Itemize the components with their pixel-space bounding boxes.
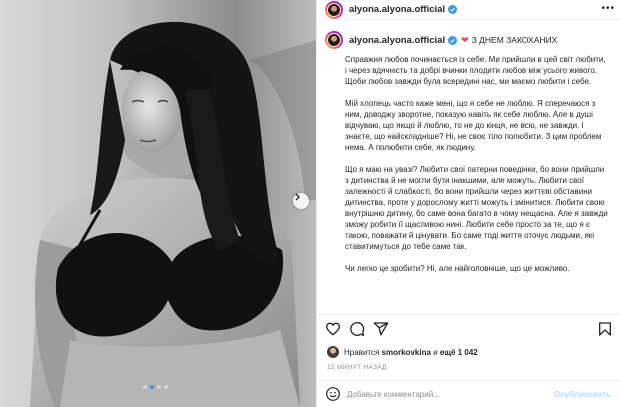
likes-count[interactable]: ещё 1 042 <box>440 348 478 357</box>
caption-title: ❤ З ДНЕМ ЗАКОХАНИХ <box>461 35 557 46</box>
comment-bar: Опубликовать <box>317 380 620 407</box>
likes-prefix: Нравится <box>344 347 380 357</box>
post-side-panel: alyona.alyona.official ••• alyona.alyona… <box>316 0 620 407</box>
carousel-dot <box>164 385 168 389</box>
likes-line: Нравится smorkovkina и ещё 1 042 <box>327 346 478 358</box>
caption-header: alyona.alyona.official ❤ З ДНЕМ ЗАКОХАНИ… <box>317 26 620 54</box>
more-icon[interactable]: ••• <box>601 3 615 14</box>
liker-avatar[interactable] <box>327 346 339 358</box>
caption-body: Справжня любов починається із себе. Ми п… <box>345 54 609 285</box>
avatar[interactable] <box>325 0 343 19</box>
carousel-dot <box>143 385 147 389</box>
verified-badge-icon <box>448 5 458 14</box>
bookmark-icon[interactable] <box>597 321 613 337</box>
caption-avatar[interactable] <box>325 31 343 49</box>
share-icon[interactable] <box>373 321 389 337</box>
post-timestamp[interactable]: 12 МИНУТ НАЗАД <box>327 364 387 371</box>
liker-username[interactable]: smorkovkina <box>382 348 431 357</box>
photo-image <box>0 0 316 407</box>
caption-paragraph: Що я маю на увазі? Любити свої патерни п… <box>345 165 608 251</box>
action-bar <box>317 314 620 340</box>
carousel-indicator <box>143 385 168 389</box>
post-caption: alyona.alyona.official ❤ З ДНЕМ ЗАКОХАНИ… <box>317 26 620 308</box>
carousel-dot <box>150 385 154 389</box>
post-photo[interactable] <box>0 0 316 407</box>
post-header: alyona.alyona.official ••• <box>317 0 620 20</box>
caption-paragraph: Чи легко це зробити? Ні, але найголовніш… <box>345 264 570 273</box>
publish-button[interactable]: Опубликовать <box>554 390 611 399</box>
caption-paragraph: Справжня любов починається із себе. Ми п… <box>345 55 606 86</box>
emoji-icon[interactable] <box>325 386 341 402</box>
caption-title-text: З ДНЕМ ЗАКОХАНИХ <box>471 35 558 45</box>
comment-input[interactable] <box>347 385 527 403</box>
carousel-dot <box>157 385 161 389</box>
header-username[interactable]: alyona.alyona.official <box>349 4 445 15</box>
caption-username[interactable]: alyona.alyona.official <box>349 35 445 46</box>
next-slide-button[interactable] <box>293 193 309 209</box>
verified-badge-icon <box>448 35 458 45</box>
red-heart-emoji: ❤ <box>461 34 469 45</box>
caption-paragraph: Мій хлопець часто каже мені, що я себе н… <box>345 99 602 152</box>
likes-connector: и <box>433 347 438 357</box>
comment-icon[interactable] <box>349 321 365 337</box>
heart-icon[interactable] <box>325 321 341 337</box>
chevron-right-icon <box>295 193 300 201</box>
